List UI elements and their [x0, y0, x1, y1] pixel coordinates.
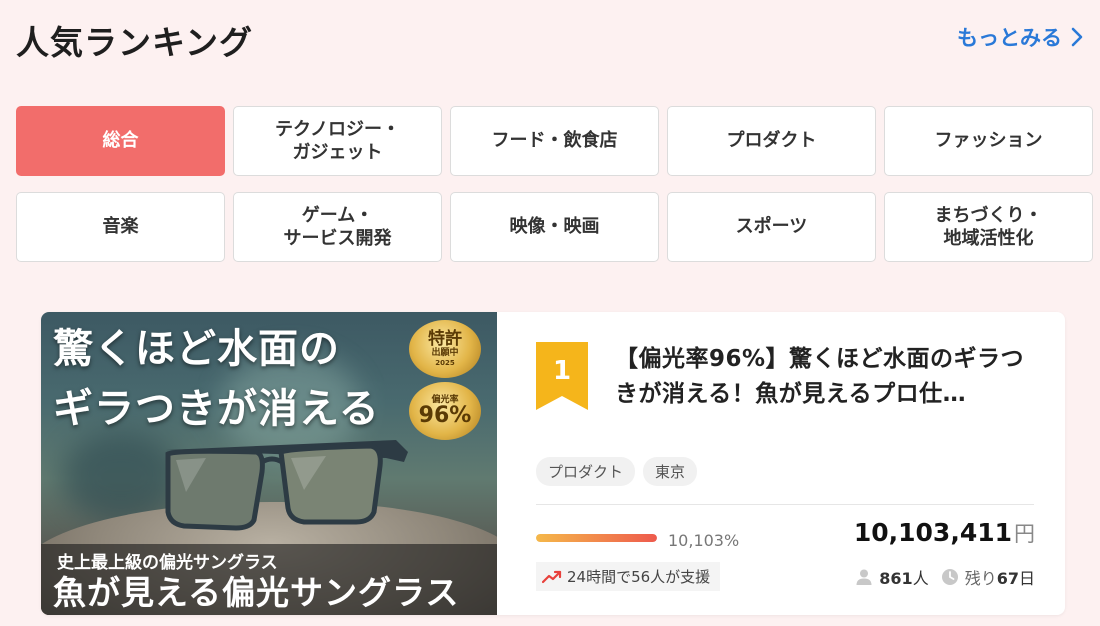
- tag-location[interactable]: 東京: [643, 457, 698, 486]
- project-thumbnail[interactable]: 驚くほど水面の ギラつきが消える 特許 出願中 2025 偏光率 96% 史上最…: [41, 312, 497, 615]
- rank-ribbon: 1: [536, 342, 588, 410]
- project-card[interactable]: 驚くほど水面の ギラつきが消える 特許 出願中 2025 偏光率 96% 史上最…: [41, 312, 1065, 615]
- project-tags: プロダクト 東京: [536, 457, 698, 486]
- category-tab-games-services[interactable]: ゲーム・ サービス開発: [233, 192, 442, 262]
- image-headline-1: 驚くほど水面の: [53, 325, 340, 372]
- patent-pending-badge: 特許 出願中 2025: [409, 320, 481, 378]
- recent-support-badge: 24時間で56人が支援: [536, 562, 721, 591]
- category-tab-technology-gadgets[interactable]: テクノロジー・ ガジェット: [233, 106, 442, 176]
- see-more-link[interactable]: もっとみる: [957, 22, 1084, 52]
- see-more-label: もっとみる: [957, 26, 1062, 50]
- category-tab-overall[interactable]: 総合: [16, 106, 225, 176]
- funding-progress-fill: [536, 534, 657, 542]
- funding-percentage: 10,103%: [668, 531, 740, 550]
- funding-progress-bar: [536, 534, 657, 542]
- category-tab-products[interactable]: プロダクト: [667, 106, 876, 176]
- section-title: 人気ランキング: [16, 23, 254, 62]
- recent-support-text: 24時間で56人が支援: [567, 568, 711, 586]
- sunglasses-illustration: [165, 440, 408, 531]
- category-tab-music[interactable]: 音楽: [16, 192, 225, 262]
- category-tabs: 総合 テクノロジー・ ガジェット フード・飲食店 プロダクト ファッション 音楽…: [16, 106, 1093, 262]
- category-tab-sports[interactable]: スポーツ: [667, 192, 876, 262]
- trending-up-icon: [542, 570, 562, 583]
- image-bottomline: 魚が見える偏光サングラス: [53, 573, 460, 612]
- funding-amount: 10,103,411円: [854, 518, 1035, 548]
- polarization-rate-badge: 偏光率 96%: [409, 382, 481, 440]
- funding-amount-unit: 円: [1014, 522, 1035, 546]
- category-tab-regional-revitalization[interactable]: まちづくり・ 地域活性化: [884, 192, 1093, 262]
- remaining-days: 67: [996, 569, 1019, 588]
- project-info: 1 【偏光率96%】驚くほど水面のギラつきが消える！魚が見えるプロ仕… プロダク…: [497, 312, 1065, 615]
- remaining-unit: 日: [1018, 569, 1035, 588]
- project-title[interactable]: 【偏光率96%】驚くほど水面のギラつきが消える！魚が見えるプロ仕…: [615, 342, 1045, 411]
- category-tab-fashion[interactable]: ファッション: [884, 106, 1093, 176]
- project-stats: 861人 残り67日: [855, 565, 1035, 589]
- person-icon: [856, 569, 872, 585]
- ranking-header: 人気ランキング もっとみる: [16, 14, 1084, 64]
- funding-amount-value: 10,103,411: [853, 518, 1012, 547]
- category-tab-film-video[interactable]: 映像・映画: [450, 192, 659, 262]
- divider: [536, 504, 1034, 505]
- rank-number: 1: [552, 356, 572, 386]
- clock-icon: [941, 569, 958, 585]
- supporter-unit: 人: [912, 569, 929, 588]
- image-headline-2: ギラつきが消える: [53, 385, 380, 432]
- category-tab-food-restaurants[interactable]: フード・飲食店: [450, 106, 659, 176]
- tag-category[interactable]: プロダクト: [536, 457, 636, 486]
- remaining-label: 残り: [964, 569, 997, 588]
- chevron-right-icon: [1071, 27, 1083, 47]
- supporter-count: 861: [879, 569, 913, 588]
